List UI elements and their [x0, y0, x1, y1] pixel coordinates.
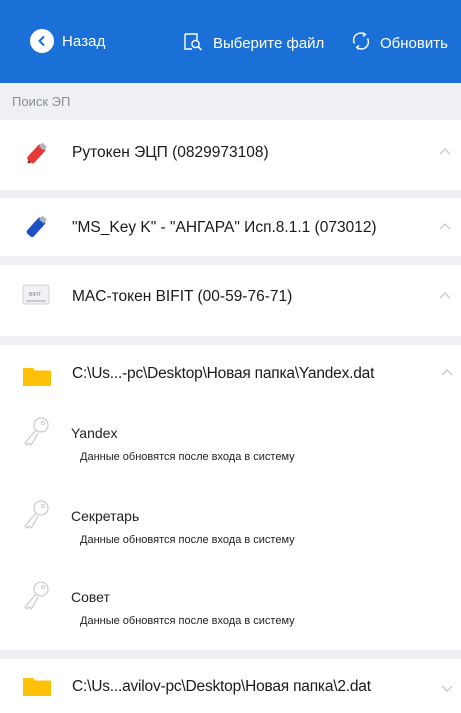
- back-arrow-icon: [30, 29, 54, 53]
- folder-section-yandex: C:\Us...-pc\Desktop\Новая папка\Yandex.d…: [0, 345, 461, 650]
- chevron-down-icon[interactable]: [439, 680, 455, 696]
- choose-file-button[interactable]: Выберите файл: [183, 31, 324, 56]
- folder-icon: [22, 675, 52, 702]
- back-label: Назад: [62, 32, 106, 50]
- folder-path: C:\Us...avilov-pc\Desktop\Новая папка\2.…: [72, 678, 371, 695]
- folder-row[interactable]: C:\Us...-pc\Desktop\Новая папка\Yandex.d…: [0, 345, 461, 403]
- key-name: Совет: [71, 589, 110, 605]
- chevron-up-icon[interactable]: [439, 365, 455, 381]
- refresh-icon: [350, 30, 372, 57]
- token-title: MAC-токен BIFIT (00-59-76-71): [72, 288, 293, 305]
- red-usb-token-icon: [22, 141, 50, 174]
- token-row-rutoken[interactable]: Рутокен ЭЦП (0829973108): [0, 120, 461, 190]
- toolbar: Назад Выберите файл Обновить: [0, 0, 461, 83]
- key-icon: [22, 579, 52, 618]
- key-status: Данные обновятся после входа в систему: [80, 534, 295, 546]
- token-row-mskey[interactable]: "MS_Key K" - "АНГАРА" Исп.8.1.1 (073012): [0, 198, 461, 256]
- key-name: Секретарь: [71, 508, 140, 524]
- choose-file-label: Выберите файл: [213, 35, 325, 52]
- token-title: Рутокен ЭЦП (0829973108): [72, 144, 269, 161]
- token-title: "MS_Key K" - "АНГАРА" Исп.8.1.1 (073012): [72, 219, 377, 236]
- bifit-badge: BIFIT: [29, 292, 42, 298]
- chevron-up-icon[interactable]: [437, 144, 453, 160]
- key-name: Yandex: [71, 425, 118, 441]
- folder-path: C:\Us...-pc\Desktop\Новая папка\Yandex.d…: [72, 365, 375, 382]
- blue-usb-token-icon: [22, 214, 50, 247]
- back-button[interactable]: Назад: [30, 29, 105, 53]
- key-item[interactable]: Совет Данные обновятся после входа в сис…: [0, 579, 461, 659]
- key-status: Данные обновятся после входа в систему: [80, 451, 295, 463]
- file-search-icon: [183, 31, 203, 56]
- search-label: Поиск ЭП: [12, 94, 71, 109]
- token-row-bifit[interactable]: BIFIT MAC-токен BIFIT (00-59-76-71): [0, 265, 461, 336]
- key-status: Данные обновятся после входа в систему: [80, 615, 295, 627]
- search-section: Поиск ЭП: [0, 83, 461, 120]
- refresh-button[interactable]: Обновить: [350, 30, 448, 57]
- refresh-label: Обновить: [380, 35, 448, 52]
- key-item[interactable]: Yandex Данные обновятся после входа в си…: [0, 415, 461, 495]
- key-icon: [22, 415, 52, 454]
- key-icon: [22, 498, 52, 537]
- key-item[interactable]: Секретарь Данные обновятся после входа в…: [0, 498, 461, 578]
- folder-icon: [22, 365, 52, 392]
- folder-row-2dat[interactable]: C:\Us...avilov-pc\Desktop\Новая папка\2.…: [0, 659, 461, 713]
- chevron-up-icon[interactable]: [437, 219, 453, 235]
- chevron-up-icon[interactable]: [437, 288, 453, 304]
